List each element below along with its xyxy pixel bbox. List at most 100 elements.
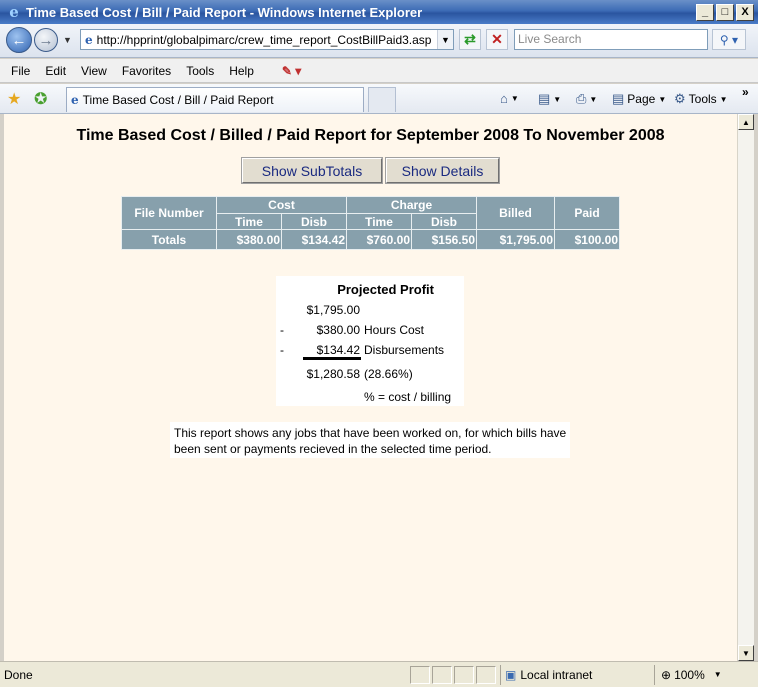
favorites-star-icon[interactable]: ★ [7,89,21,109]
menu-help[interactable]: Help [222,64,262,78]
profit-result-percent: (28.66%) [364,367,413,381]
forward-button[interactable]: → [34,28,58,52]
zone-label: Local intranet [520,667,593,682]
menu-bar: File Edit View Favorites Tools Help ✎ ▾ [0,59,758,83]
zoom-icon: ⊕ [661,667,672,682]
menu-edit[interactable]: Edit [38,64,74,78]
status-text: Done [4,667,33,682]
home-icon: ⌂ [500,91,508,106]
zoom-control[interactable]: ⊕ 100% ▼ [654,664,722,685]
menu-file[interactable]: File [4,64,38,78]
show-details-button[interactable]: Show Details [385,157,500,184]
status-panes [410,665,496,684]
back-button[interactable]: ← [6,27,32,53]
profit-hours-label: Hours Cost [364,323,425,337]
header-cost-disb: Disb [281,213,347,230]
profit-billed-line: $1,795.00 [276,303,464,319]
totals-charge-time: $760.00 [346,229,412,250]
navigation-bar: ← → ▼ e http://hpprint/globalpimarc/crew… [0,24,758,58]
gear-icon: ⚙ [674,91,686,106]
show-subtotals-button[interactable]: Show SubTotals [241,157,383,184]
totals-cost-time: $380.00 [216,229,282,250]
profit-result-amount: $1,280.58 [306,367,360,381]
scroll-up-button[interactable]: ▲ [738,114,754,130]
profit-formula-line: % = cost / billing [276,390,464,406]
home-button[interactable]: ⌂ ▼ [500,91,519,106]
chevron-more-icon[interactable]: » [742,85,749,99]
scroll-track[interactable] [738,130,754,645]
close-button[interactable]: X [736,3,754,21]
report-note: This report shows any jobs that have bee… [170,422,570,458]
ie-logo-icon: e [9,3,19,21]
recent-pages-dropdown[interactable]: ▼ [63,35,72,45]
page-menu-button[interactable]: ▤ Page ▼ [612,91,666,107]
scroll-down-button[interactable]: ▼ [738,645,754,661]
minimize-button[interactable]: _ [696,3,714,21]
favorites-tab-bar: ★ ✪ e Time Based Cost / Bill / Paid Repo… [0,84,758,114]
zoom-level: 100% [674,667,705,682]
report-table: File Number Cost Charge Billed Paid Time… [121,196,620,250]
totals-charge-disb: $156.50 [411,229,477,250]
toolbar-addon-icon[interactable]: ✎ ▾ [282,64,301,78]
profit-title: Projected Profit [337,282,434,297]
totals-row: Totals $380.00 $134.42 $760.00 $156.50 $… [121,229,620,250]
status-pane [410,665,430,684]
window-title: Time Based Cost / Bill / Paid Report - W… [26,4,423,20]
header-charge-time: Time [346,213,412,230]
feeds-button[interactable]: ▤ ▼ [538,91,561,107]
status-pane [476,665,496,684]
status-pane [454,665,474,684]
print-icon: ⎙ [576,91,587,106]
new-tab-button[interactable] [368,87,396,112]
address-bar[interactable]: e http://hpprint/globalpimarc/crew_time_… [80,29,454,50]
window-controls: _ □ X [696,3,754,21]
profit-disb-amount: $134.42 [316,343,360,357]
profit-hours-line: - $380.00 Hours Cost [276,323,464,339]
address-dropdown-icon[interactable]: ▼ [437,30,453,49]
tools-menu-button[interactable]: ⚙ Tools ▼ [674,91,728,107]
maximize-button[interactable]: □ [716,3,734,21]
totals-paid: $100.00 [554,229,620,250]
window-titlebar: e Time Based Cost / Bill / Paid Report -… [0,0,758,24]
profit-hours-sign: - [280,323,284,337]
tab-active[interactable]: e Time Based Cost / Bill / Paid Report [66,87,364,112]
header-charge: Charge [346,196,477,214]
intranet-icon: ▣ [505,667,517,682]
refresh-button[interactable]: ⇄ [459,29,481,50]
search-button[interactable]: ⚲ ▾ [712,29,746,50]
totals-label: Totals [121,229,217,250]
menu-favorites[interactable]: Favorites [115,64,179,78]
tab-label: Time Based Cost / Bill / Paid Report [82,93,274,107]
security-zone[interactable]: ▣ Local intranet [500,664,650,685]
vertical-scrollbar[interactable]: ▲ ▼ [737,114,754,661]
profit-result-line: $1,280.58 (28.66%) [276,367,464,383]
add-favorites-icon[interactable]: ✪ [34,89,47,109]
profit-sum-rule [303,357,361,360]
status-bar: Done ▣ Local intranet ⊕ 100% ▼ [0,661,758,687]
header-charge-disb: Disb [411,213,477,230]
profit-hours-amount: $380.00 [316,323,360,337]
profit-disb-label: Disbursements [364,343,445,357]
menu-view[interactable]: View [74,64,115,78]
stop-button[interactable]: ✕ [486,29,508,50]
projected-profit-panel: Projected Profit $1,795.00 - $380.00 Hou… [276,276,464,406]
zoom-dropdown-icon[interactable]: ▼ [714,670,722,679]
profit-billed-amount: $1,795.00 [306,303,360,317]
page-content: Time Based Cost / Billed / Paid Report f… [4,114,737,661]
search-input[interactable]: Live Search [514,29,708,50]
search-icon: ⚲ [719,32,729,47]
window-frame-right [754,114,758,661]
header-paid: Paid [554,196,620,230]
page-icon: e [85,32,93,47]
page-menu-icon: ▤ [612,91,625,106]
profit-formula: % = cost / billing [364,390,452,404]
header-billed: Billed [476,196,555,230]
print-button[interactable]: ⎙ ▼ [576,91,597,107]
header-file-number: File Number [121,196,217,230]
address-url[interactable]: http://hpprint/globalpimarc/crew_time_re… [97,33,437,47]
totals-billed: $1,795.00 [476,229,555,250]
header-cost: Cost [216,196,347,214]
totals-cost-disb: $134.42 [281,229,347,250]
menu-tools[interactable]: Tools [179,64,222,78]
feed-icon: ▤ [538,91,551,106]
